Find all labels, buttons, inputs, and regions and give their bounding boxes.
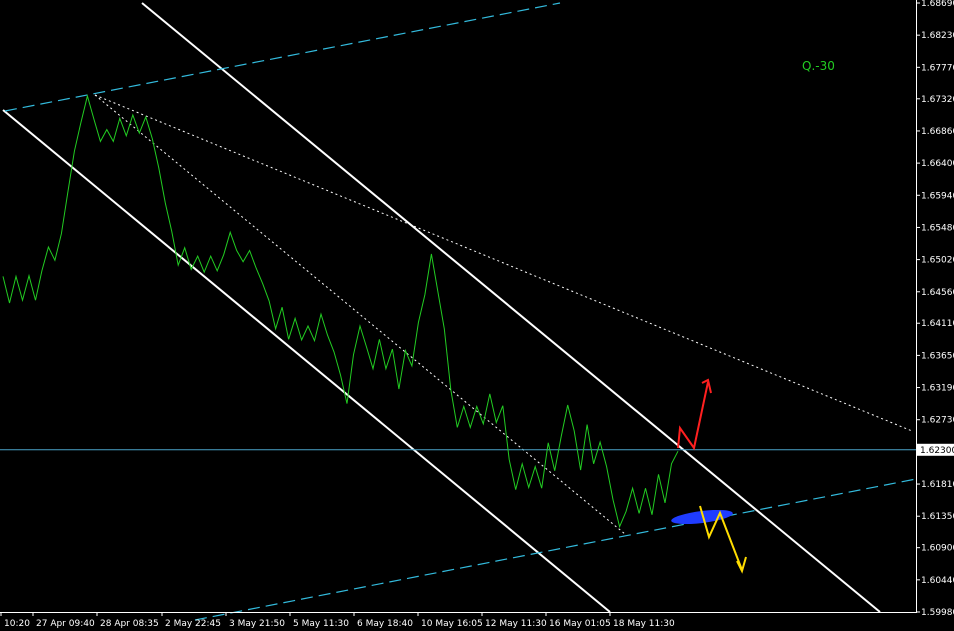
y-tick-label: 1.62730 bbox=[921, 416, 954, 426]
price-chart: 1.68690 1.68230 1.67770 1.67320 1.66860 1.664… bbox=[0, 0, 954, 629]
x-tick-label: 3 May 21:50 bbox=[229, 619, 285, 629]
y-tick-label: 1.59980 bbox=[921, 608, 954, 618]
x-tick-label: 10 May 16:05 bbox=[421, 619, 483, 629]
dotted-trend-line bbox=[94, 94, 913, 432]
chart-window: 1.68690 1.68230 1.67770 1.67320 1.66860 1.664… bbox=[0, 0, 954, 631]
y-tick-label: 1.65480 bbox=[921, 223, 954, 233]
y-tick-label: 1.63190 bbox=[921, 384, 954, 394]
channel-upper-line bbox=[141, 2, 881, 613]
y-tick-label: 1.64560 bbox=[921, 288, 954, 298]
x-tick-label: 5 May 11:30 bbox=[293, 619, 349, 629]
y-tick-label: 1.65020 bbox=[921, 256, 954, 266]
y-tick-label: 1.67770 bbox=[921, 63, 954, 73]
y-tick-label: 1.61810 bbox=[921, 480, 954, 490]
x-tick-label: 28 Apr 08:35 bbox=[100, 619, 159, 629]
lower-dashed-line bbox=[194, 478, 917, 621]
up-arrow bbox=[677, 381, 709, 451]
y-tick-label: 1.66400 bbox=[921, 159, 954, 169]
dotted-inner-line bbox=[94, 94, 626, 535]
y-tick-label: 1.64110 bbox=[921, 319, 954, 329]
y-tick-label: 1.61350 bbox=[921, 512, 954, 522]
x-tick-label: 12 May 11:30 bbox=[485, 619, 547, 629]
y-tick-label: 1.68690 bbox=[921, 0, 954, 9]
y-tick-label: 1.60440 bbox=[921, 576, 954, 586]
price-series-line bbox=[2, 94, 679, 529]
annotation-label: Q.-30 bbox=[802, 59, 835, 73]
x-tick-label: 6 May 18:40 bbox=[357, 619, 413, 629]
x-tick-label: 18 May 11:30 bbox=[613, 619, 675, 629]
y-tick-label: 1.60900 bbox=[921, 544, 954, 554]
current-price-label: 1.62300 bbox=[920, 446, 954, 456]
y-tick-label: 1.67320 bbox=[921, 95, 954, 105]
x-tick-label: 2 May 22:45 bbox=[165, 619, 221, 629]
y-tick-label: 1.65940 bbox=[921, 191, 954, 201]
y-tick-label: 1.66860 bbox=[921, 127, 954, 137]
x-tick-label: 16 May 01:05 bbox=[549, 619, 611, 629]
upper-dashed-line bbox=[4, 2, 561, 112]
y-tick-label: 1.68230 bbox=[921, 31, 954, 41]
y-tick-label: 1.63650 bbox=[921, 351, 954, 361]
channel-lower-line bbox=[2, 109, 611, 613]
x-tick-label: 10:20 bbox=[4, 619, 30, 629]
x-tick-label: 27 Apr 09:40 bbox=[36, 619, 95, 629]
